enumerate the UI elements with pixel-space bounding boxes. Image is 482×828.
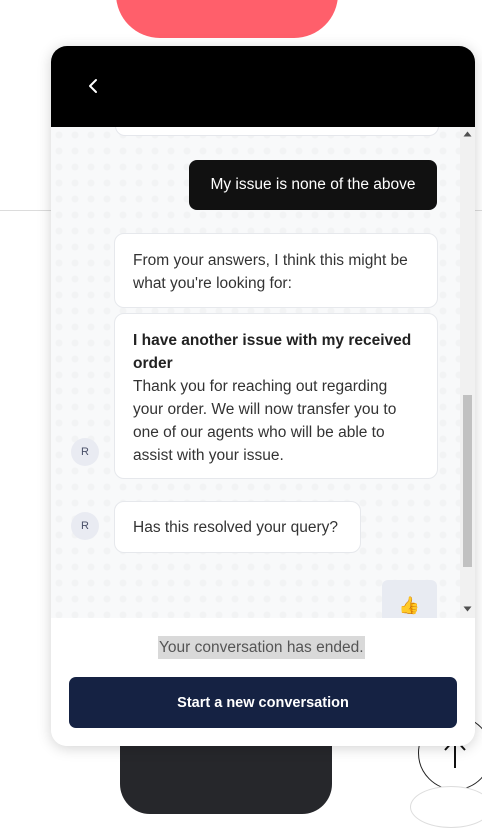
triangle-up-icon — [463, 131, 472, 137]
article-body: Thank you for reaching out regarding you… — [133, 378, 397, 464]
bot-message-text: Has this resolved your query? — [133, 519, 339, 536]
scroll-down-arrow[interactable] — [460, 604, 475, 616]
bot-message: From your answers, I think this might be… — [114, 233, 438, 308]
bot-message-text: From your answers, I think this might be… — [133, 252, 408, 292]
chat-widget: My issue is none of the above From your … — [51, 46, 475, 746]
product-image-top — [116, 0, 338, 38]
scroll-up-arrow[interactable] — [460, 129, 475, 141]
scrollbar-thumb[interactable] — [463, 395, 472, 567]
message-list: My issue is none of the above From your … — [51, 127, 460, 618]
bot-article-card[interactable]: I have another issue with my received or… — [114, 313, 438, 479]
avatar: R — [71, 512, 99, 540]
previous-message — [115, 127, 439, 136]
chevron-left-icon — [89, 79, 97, 93]
scrollbar[interactable] — [460, 127, 475, 618]
triangle-down-icon — [463, 606, 472, 612]
floating-button[interactable] — [410, 786, 482, 828]
conversation-ended-text: Your conversation has ended. — [158, 636, 365, 659]
chat-header — [51, 46, 475, 127]
bot-message: Has this resolved your query? — [114, 501, 361, 553]
product-image-bottom — [120, 744, 332, 814]
thumbs-up-icon: 👍 — [398, 596, 421, 615]
thumbs-up-button[interactable]: 👍 — [382, 580, 437, 618]
back-button[interactable] — [79, 70, 107, 102]
start-new-conversation-button[interactable]: Start a new conversation — [69, 677, 457, 728]
user-message: My issue is none of the above — [189, 160, 437, 210]
chat-footer: Your conversation has ended. Start a new… — [51, 618, 475, 746]
avatar: R — [71, 438, 99, 466]
article-title: I have another issue with my received or… — [133, 332, 412, 372]
